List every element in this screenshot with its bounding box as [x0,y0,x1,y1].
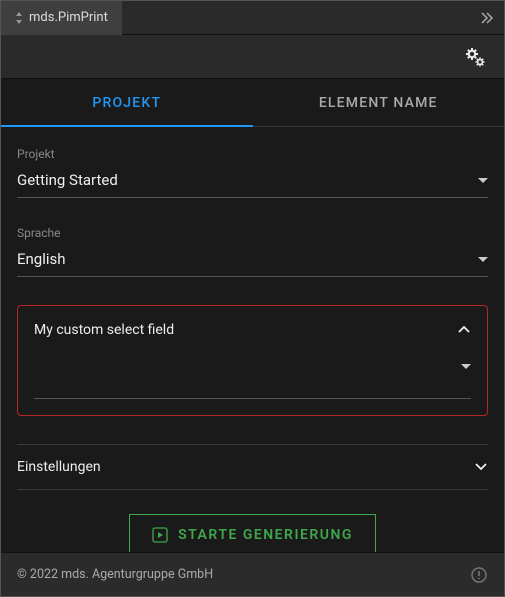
drag-icon [15,12,23,24]
tab-element-label: ELEMENT NAME [319,95,438,111]
tab-projekt-label: PROJEKT [92,95,161,111]
sprache-field: Sprache English [17,226,488,277]
panel-title: mds.PimPrint [29,10,108,25]
copyright-text: © 2022 mds. Agenturgruppe GmbH [17,567,213,582]
projekt-value: Getting Started [17,171,118,189]
sprache-select[interactable]: English [17,246,488,277]
settings-icon-button[interactable] [464,46,486,68]
chevron-up-icon [457,326,471,334]
tab-element-name[interactable]: ELEMENT NAME [253,79,505,126]
expand-button[interactable] [470,1,504,35]
panel-body: Projekt Getting Started Sprache English … [1,147,504,552]
custom-select-header[interactable]: My custom select field [34,322,471,338]
chevron-down-icon [474,463,488,471]
projekt-field: Projekt Getting Started [17,147,488,198]
clock-alert-icon [470,566,488,584]
chevron-down-icon [478,257,488,262]
einstellungen-label: Einstellungen [17,459,101,475]
tab-projekt[interactable]: PROJEKT [1,79,253,126]
gears-icon [464,46,486,68]
action-row: STARTE GENERIERUNG [17,514,488,552]
generate-label: STARTE GENERIERUNG [178,527,353,543]
titlebar: mds.PimPrint [1,1,504,35]
custom-select-dropdown[interactable] [34,364,471,399]
custom-select-title: My custom select field [34,322,174,338]
projekt-label: Projekt [17,147,488,161]
sprache-value: English [17,250,66,268]
generate-button[interactable]: STARTE GENERIERUNG [129,514,376,552]
footer: © 2022 mds. Agenturgruppe GmbH [1,552,504,596]
play-icon [152,527,168,543]
panel-tab[interactable]: mds.PimPrint [1,1,122,35]
info-icon[interactable] [470,566,488,584]
chevrons-right-icon [480,12,494,24]
toolbar [1,35,504,79]
content: PROJEKT ELEMENT NAME Projekt Getting Sta… [1,79,504,552]
chevron-down-icon [478,178,488,183]
custom-select-box: My custom select field [17,305,488,416]
sprache-label: Sprache [17,226,488,240]
projekt-select[interactable]: Getting Started [17,167,488,198]
tabs: PROJEKT ELEMENT NAME [1,79,504,127]
einstellungen-row[interactable]: Einstellungen [17,444,488,490]
chevron-down-icon [461,364,471,369]
